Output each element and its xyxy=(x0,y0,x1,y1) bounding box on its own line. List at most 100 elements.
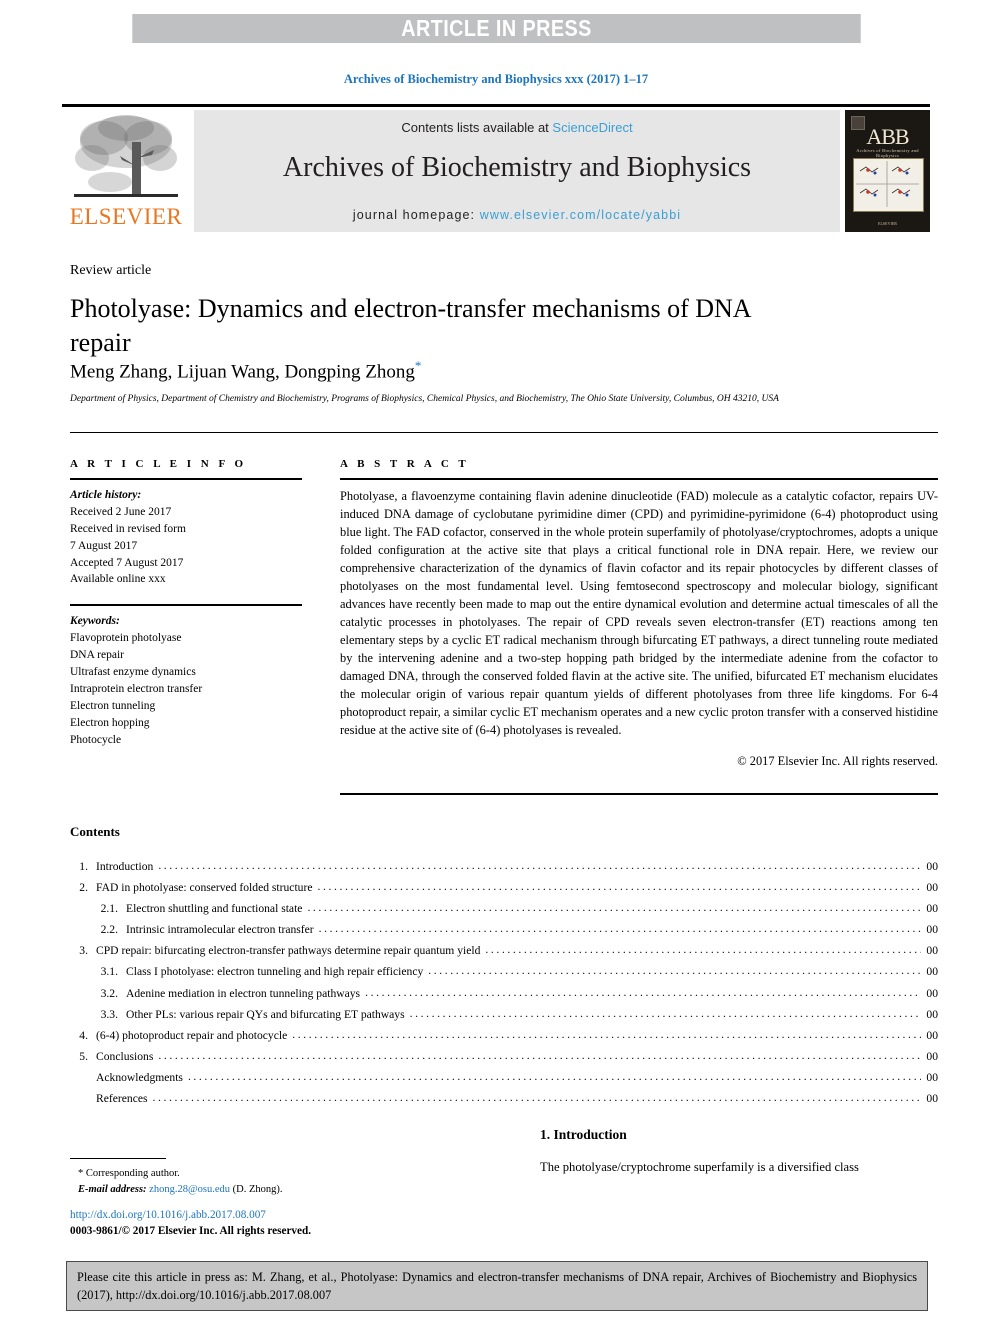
abstract-heading: A B S T R A C T xyxy=(340,458,470,470)
toc-dot-leader: ........................................… xyxy=(152,1091,922,1105)
article-info-column: A R T I C L E I N F O Article history: R… xyxy=(70,458,302,748)
cover-acronym: ABB xyxy=(866,124,909,149)
abstract-copyright: © 2017 Elsevier Inc. All rights reserved… xyxy=(737,753,938,768)
toc-label: (6-4) photoproduct repair and photocycle xyxy=(96,1028,288,1042)
toc-label: Electron shuttling and functional state xyxy=(126,902,303,916)
cite-this-article-text: Please cite this article in press as: M.… xyxy=(77,1270,917,1302)
toc-page-number: 00 xyxy=(926,986,938,1000)
abstract-column: A B S T R A C T Photolyase, a flavoenzym… xyxy=(340,458,938,769)
toc-label: CPD repair: bifurcating electron-transfe… xyxy=(96,944,481,958)
contents-available-prefix: Contents lists available at xyxy=(401,120,553,135)
journal-homepage-link[interactable]: www.elsevier.com/locate/yabbi xyxy=(480,208,681,222)
toc-number: 3.2. xyxy=(100,986,118,1000)
cite-this-article-box: Please cite this article in press as: M.… xyxy=(66,1261,928,1311)
toc-dot-leader: ........................................… xyxy=(158,859,922,872)
toc-row[interactable]: 3. CPD repair: bifurcating electron-trans… xyxy=(70,940,938,961)
introduction-heading: 1. Introduction xyxy=(540,1127,627,1142)
toc-label: Introduction xyxy=(96,860,154,873)
elsevier-wordmark: ELSEVIER xyxy=(69,204,183,229)
toc-row[interactable]: 2. FAD in photolyase: conserved folded st… xyxy=(70,877,938,898)
toc-label: FAD in photolyase: conserved folded stru… xyxy=(96,881,313,895)
keyword-item: Photocycle xyxy=(70,733,122,746)
toc-row[interactable]: 3.1. Class I photolyase: electron tunneli… xyxy=(70,961,938,982)
toc-page-number: 00 xyxy=(926,881,938,895)
toc-page-number: 00 xyxy=(926,965,938,979)
toc-label: Conclusions xyxy=(96,1049,154,1063)
history-item: Received in revised form xyxy=(70,522,186,535)
issn-copyright: 0003-9861/© 2017 Elsevier Inc. All right… xyxy=(70,1225,311,1237)
table-of-contents: 1. Introduction..........................… xyxy=(70,856,938,1109)
toc-row[interactable]: 2.2. Intrinsic intramolecular electron tr… xyxy=(70,919,938,940)
toc-number: 2.2. xyxy=(100,923,118,937)
toc-label: Acknowledgments xyxy=(96,1070,183,1084)
journal-homepage-line: journal homepage: www.elsevier.com/locat… xyxy=(194,208,840,222)
toc-dot-leader: ........................................… xyxy=(292,1027,921,1041)
keyword-item: Flavoprotein photolyase xyxy=(70,632,182,645)
toc-number: 2.1. xyxy=(100,902,118,916)
history-item: 7 August 2017 xyxy=(70,539,138,552)
toc-label: Intrinsic intramolecular electron transf… xyxy=(126,923,314,937)
abstract-bottom-rule xyxy=(340,793,938,795)
toc-row[interactable]: 3.3. Other PLs: various repair QYs and bi… xyxy=(70,1004,938,1025)
cover-subtitle: Archives of Biochemistry and Biophysics xyxy=(856,148,919,158)
toc-page-number: 00 xyxy=(926,1028,938,1042)
keyword-item: Electron tunneling xyxy=(70,699,156,712)
email-line: E-mail address: zhong.28@osu.edu (D. Zho… xyxy=(78,1182,478,1198)
running-head-citation: Archives of Biochemistry and Biophysics … xyxy=(343,72,649,86)
toc-dot-leader: ........................................… xyxy=(317,880,922,894)
journal-title: Archives of Biochemistry and Biophysics xyxy=(282,152,752,183)
author-list: Meng Zhang, Lijuan Wang, Dongping Zhong* xyxy=(70,358,870,383)
toc-page-number: 00 xyxy=(926,860,938,873)
masthead-center-panel: Contents lists available at ScienceDirec… xyxy=(194,110,840,232)
toc-row[interactable]: Acknowledgments.........................… xyxy=(70,1067,938,1088)
toc-number: 2. xyxy=(79,881,88,895)
doi-link[interactable]: http://dx.doi.org/10.1016/j.abb.2017.08.… xyxy=(70,1209,266,1221)
history-item: Received 2 June 2017 xyxy=(70,505,172,518)
toc-row[interactable]: 5. Conclusions...........................… xyxy=(70,1046,938,1067)
toc-label: References xyxy=(96,1092,148,1106)
article-history-block: Article history: Received 2 June 2017 Re… xyxy=(70,487,302,588)
email-link[interactable]: zhong.28@osu.edu xyxy=(149,1184,230,1195)
author-names: Meng Zhang, Lijuan Wang, Dongping Zhong xyxy=(70,361,415,383)
cover-artwork-icon xyxy=(853,158,924,212)
toc-page-number: 00 xyxy=(926,1070,938,1084)
toc-label: Adenine mediation in electron tunneling … xyxy=(126,986,361,1000)
article-info-rule xyxy=(70,478,302,480)
toc-dot-leader: ........................................… xyxy=(318,922,922,936)
head-divider xyxy=(70,432,938,433)
toc-row[interactable]: References..............................… xyxy=(70,1088,938,1109)
toc-dot-leader: ........................................… xyxy=(158,1048,922,1062)
toc-dot-leader: ........................................… xyxy=(307,901,921,915)
contents-available-line: Contents lists available at ScienceDirec… xyxy=(194,120,840,135)
toc-page-number: 00 xyxy=(926,944,938,958)
sciencedirect-link[interactable]: ScienceDirect xyxy=(552,120,632,135)
email-owner: (D. Zhong). xyxy=(232,1183,283,1195)
contents-heading: Contents xyxy=(70,824,120,839)
toc-page-number: 00 xyxy=(926,923,938,937)
article-history-label: Article history: xyxy=(70,489,142,501)
toc-dot-leader: ........................................… xyxy=(187,1069,921,1083)
toc-page-number: 00 xyxy=(926,902,938,916)
journal-masthead: ELSEVIER Contents lists available at Sci… xyxy=(62,104,930,232)
toc-row[interactable]: 2.1. Electron shuttling and functional st… xyxy=(70,898,938,919)
toc-dot-leader: ........................................… xyxy=(365,985,921,999)
keywords-label: Keywords: xyxy=(70,615,120,628)
toc-number: 5. xyxy=(79,1049,88,1063)
toc-dot-leader: ........................................… xyxy=(409,1006,922,1020)
toc-row[interactable]: 1. Introduction..........................… xyxy=(70,856,938,877)
toc-page-number: 00 xyxy=(926,1007,938,1021)
toc-row[interactable]: 4. (6-4) photoproduct repair and photocyc… xyxy=(70,1025,938,1046)
footnote-block: * Corresponding author. E-mail address: … xyxy=(78,1166,478,1198)
toc-dot-leader: ........................................… xyxy=(485,943,921,957)
corresponding-author-marker: * xyxy=(414,358,422,373)
elsevier-logo: ELSEVIER xyxy=(62,110,190,232)
toc-label: Other PLs: various repair QYs and bifurc… xyxy=(126,1007,405,1021)
masthead-top-rule xyxy=(62,104,930,107)
toc-number: 3. xyxy=(79,944,88,958)
keyword-item: Electron hopping xyxy=(70,716,150,729)
toc-row[interactable]: 3.2. Adenine mediation in electron tunnel… xyxy=(70,983,938,1004)
toc-number: 1. xyxy=(79,860,88,873)
email-label: E-mail address: xyxy=(78,1183,147,1195)
corresponding-author-note: * Corresponding author. xyxy=(78,1168,180,1179)
introduction-first-line: The photolyase/cryptochrome superfamily … xyxy=(540,1160,859,1174)
